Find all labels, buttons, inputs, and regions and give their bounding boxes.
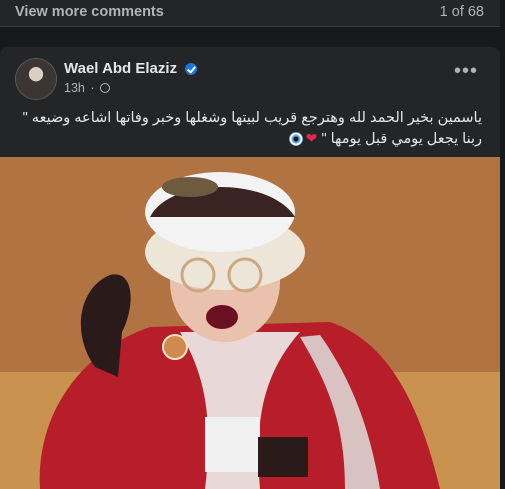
author-name: Wael Abd Elaziz	[64, 60, 178, 77]
comment-count: 1 of 68	[439, 4, 484, 20]
view-more-comments-link[interactable]: View more comments	[15, 4, 164, 20]
post-card: Wael Abd Elaziz 13h · ••• ياسمين بخير ال…	[0, 47, 500, 489]
evil-eye-icon	[288, 132, 303, 147]
photo-illustration	[0, 157, 500, 489]
post-photo[interactable]	[0, 157, 500, 489]
more-options-button[interactable]: •••	[454, 61, 478, 81]
post-text: ياسمين بخير الحمد لله وهترجع قريب لبيتها…	[12, 108, 482, 149]
verified-badge-icon	[185, 63, 198, 76]
avatar[interactable]	[16, 59, 56, 99]
post-author[interactable]: Wael Abd Elaziz	[64, 60, 198, 77]
post-meta: 13h ·	[64, 81, 110, 95]
post-time[interactable]: 13h	[64, 81, 85, 95]
comments-bar: View more comments 1 of 68	[0, 0, 500, 27]
meta-separator: ·	[90, 81, 95, 95]
globe-icon	[100, 82, 110, 93]
post-text-body: ياسمين بخير الحمد لله وهترجع قريب لبيتها…	[22, 110, 482, 147]
heart-icon: ❤	[305, 130, 318, 146]
